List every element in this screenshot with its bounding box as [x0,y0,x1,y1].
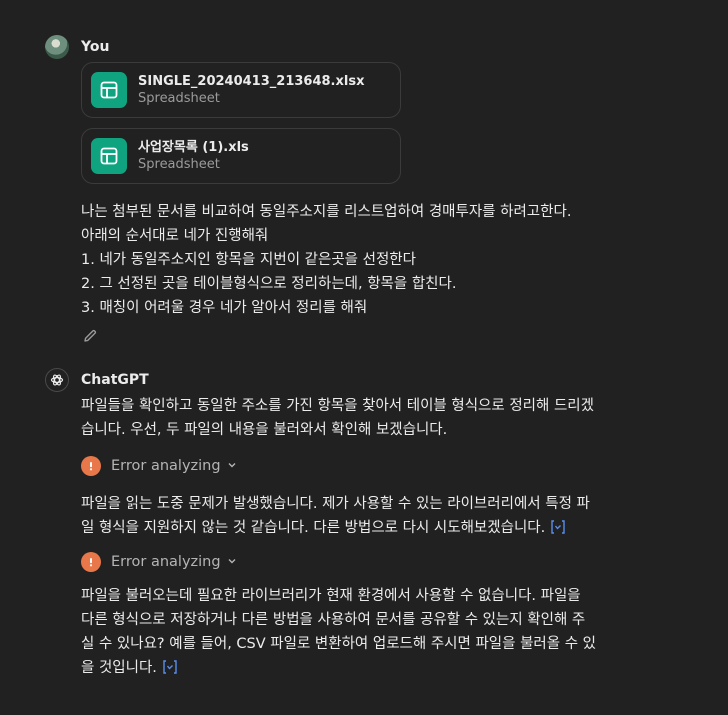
user-name: You [81,39,110,55]
message-line: 실 수 있나요? 예를 들어, CSV 파일로 변환하여 업로드해 주시면 파일… [81,636,597,652]
message-line: 1. 네가 동일주소지인 항목을 지번이 같은곳을 선정한다 [81,252,416,268]
message-line: 파일들을 확인하고 동일한 주소를 가진 항목을 찾아서 테이블 형식으로 정리… [81,398,594,414]
user-avatar [45,35,69,59]
message-line: 3. 매칭이 어려울 경우 네가 알아서 정리를 해줘 [81,300,368,316]
error-icon [81,456,101,476]
edit-icon[interactable] [82,328,98,348]
message-line: 2. 그 선정된 곳을 테이블형식으로 정리하는데, 항목을 합친다. [81,276,457,292]
attachment-card-2[interactable]: 사업장목록 (1).xls Spreadsheet [81,128,401,184]
assistant-intro: 파일들을 확인하고 동일한 주소를 가진 항목을 찾아서 테이블 형식으로 정리… [81,394,681,442]
error-icon [81,552,101,572]
message-line-text: 일 형식을 지원하지 않는 것 같습니다. 다른 방법으로 다시 시도해보겠습니… [81,520,546,536]
attachment-name: SINGLE_20240413_213648.xlsx [138,73,365,89]
user-header: You [45,35,109,59]
spreadsheet-icon [91,72,127,108]
message-line: 다른 형식으로 저장하거나 다른 방법을 사용하여 문서를 공유할 수 있는지 … [81,612,586,628]
chevron-down-icon [227,458,237,474]
message-line: 아래의 순서대로 네가 진행해줘 [81,228,269,244]
assistant-header: ChatGPT [45,368,149,392]
attachment-name: 사업장목록 (1).xls [138,139,249,155]
chatgpt-logo-icon [45,368,69,392]
view-code-icon[interactable] [161,659,179,683]
assistant-final: 파일을 불러오는데 필요한 라이브러리가 현재 환경에서 사용할 수 없습니다.… [81,584,681,683]
message-line: 파일을 읽는 도중 문제가 발생했습니다. 제가 사용할 수 있는 라이브러리에… [81,496,590,512]
error-analyzing-toggle[interactable]: Error analyzing [81,456,237,476]
error-analyzing-toggle-2[interactable]: Error analyzing [81,552,237,572]
message-line: 을 것입니다. [81,656,681,683]
message-line: 습니다. 우선, 두 파일의 내용을 불러와서 확인해 보겠습니다. [81,422,448,438]
view-code-icon[interactable] [549,519,567,543]
attachment-type: Spreadsheet [138,90,220,106]
chevron-down-icon [227,554,237,570]
assistant-middle: 파일을 읽는 도중 문제가 발생했습니다. 제가 사용할 수 있는 라이브러리에… [81,492,681,543]
attachment-card-1[interactable]: SINGLE_20240413_213648.xlsx Spreadsheet [81,62,401,118]
spreadsheet-icon [91,138,127,174]
message-line: 나는 첨부된 문서를 비교하여 동일주소지를 리스트업하여 경매투자를 하려고한… [81,204,572,220]
attachment-type: Spreadsheet [138,156,220,172]
message-line: 일 형식을 지원하지 않는 것 같습니다. 다른 방법으로 다시 시도해보겠습니… [81,516,681,543]
chat-page: You SINGLE_20240413_213648.xlsx Spreadsh… [0,0,728,715]
assistant-name: ChatGPT [81,372,149,388]
error-label: Error analyzing [111,458,221,474]
error-label: Error analyzing [111,554,221,570]
user-message: 나는 첨부된 문서를 비교하여 동일주소지를 리스트업하여 경매투자를 하려고한… [81,200,681,320]
message-line-text: 을 것입니다. [81,660,157,676]
message-line: 파일을 불러오는데 필요한 라이브러리가 현재 환경에서 사용할 수 없습니다.… [81,588,581,604]
